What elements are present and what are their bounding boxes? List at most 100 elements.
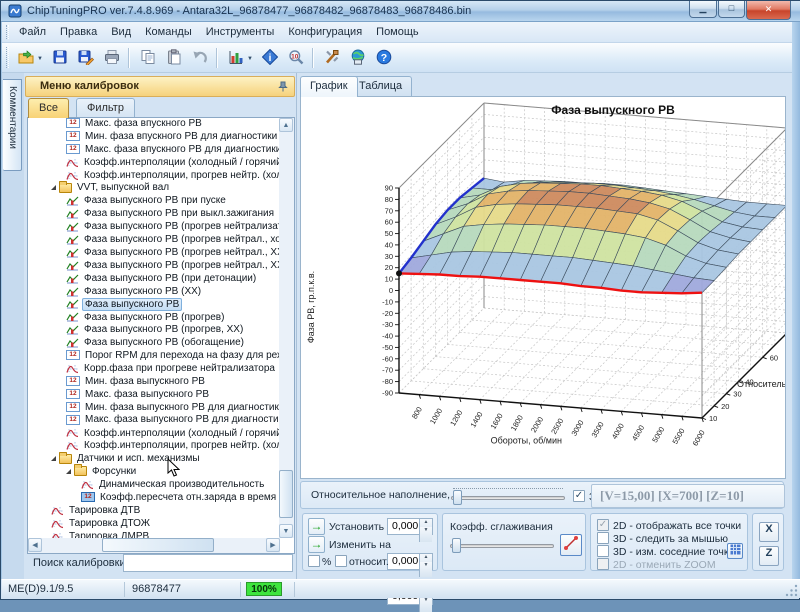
view-option-checkbox[interactable] <box>597 558 609 570</box>
toolbar-paste-button[interactable] <box>162 46 186 70</box>
paste-icon <box>166 49 182 65</box>
dropdown-arrow-icon[interactable]: ▼ <box>247 56 253 62</box>
table-icon: 12 <box>66 350 80 360</box>
toolbar-chart-button[interactable] <box>224 46 248 70</box>
calibration-panel-header[interactable]: Меню калибровок <box>25 76 295 97</box>
table-icon: 12 <box>66 402 80 412</box>
menu-5[interactable]: Конфигурация <box>281 23 369 38</box>
calibration-tree[interactable]: 12Макс. фаза впускного РВ12Мин. фаза впу… <box>27 117 295 554</box>
view-option-checkbox[interactable] <box>597 532 609 544</box>
edit-curve-button[interactable] <box>560 534 582 556</box>
search-input[interactable] <box>123 554 293 572</box>
toolbar-save-as-button[interactable] <box>74 46 98 70</box>
toolbar-print-button[interactable] <box>100 46 124 70</box>
menu-6[interactable]: Помощь <box>369 23 426 38</box>
x-axis-button[interactable]: X <box>759 522 779 542</box>
menu-4[interactable]: Инструменты <box>199 23 282 38</box>
svg-text:70: 70 <box>385 206 393 215</box>
toolbar-find-number-button[interactable]: 10 <box>284 46 308 70</box>
toolbar-open-folder-button[interactable] <box>14 46 38 70</box>
svg-text:Обороты, об/мин: Обороты, об/мин <box>491 436 562 446</box>
toolbar-help-button[interactable]: ? <box>372 46 396 70</box>
tree-hscrollbar[interactable]: ◀ ▶ <box>28 538 280 553</box>
tree-item-label: Фаза выпускного РВ (обогащение) <box>82 337 246 348</box>
hscroll-thumb[interactable] <box>102 538 214 552</box>
surface-plot-svg[interactable]: -90-80-70-60-50-40-30-20-100102030405060… <box>301 97 786 479</box>
tree-item-label: Корр.фаза при прогреве нейтрализатора <box>82 363 277 374</box>
toolbar-undo-button[interactable] <box>188 46 212 70</box>
svg-text:10: 10 <box>385 275 393 284</box>
apply-change-button[interactable]: → <box>308 536 325 553</box>
tree-item-label: Коэфф.пересчета отн.заряда в время впрыс… <box>98 492 295 503</box>
tab-graph[interactable]: График <box>300 76 358 97</box>
menu-2[interactable]: Вид <box>104 23 138 38</box>
menu-grip[interactable] <box>6 25 9 39</box>
vscroll-thumb[interactable] <box>279 470 293 518</box>
tree-item[interactable]: Тарировка ДТВ <box>28 506 278 519</box>
tree-item[interactable]: 12Коэфф.пересчета отн.заряда в время впр… <box>28 493 278 506</box>
percent-checkbox[interactable] <box>308 555 320 567</box>
dropdown-arrow-icon[interactable]: ▼ <box>37 56 43 62</box>
3d-checkbox[interactable]: ✓ <box>573 490 585 502</box>
close-button[interactable]: ✕ <box>746 1 791 20</box>
axis-buttons-group: X Z <box>752 513 784 571</box>
tree-item-label: Макс. фаза выпускного РВ для диагностики <box>83 414 291 425</box>
toolbar-globe-pc-button[interactable] <box>346 46 370 70</box>
view-option-checkbox[interactable] <box>597 545 609 557</box>
scroll-down-icon[interactable]: ▼ <box>279 524 293 538</box>
grid-select-button[interactable] <box>727 543 743 559</box>
scroll-right-icon[interactable]: ▶ <box>266 538 280 552</box>
expand-icon[interactable] <box>51 456 56 461</box>
spin-down-icon[interactable]: ▼ <box>419 562 432 577</box>
z-axis-button[interactable]: Z <box>759 546 779 566</box>
tree-item[interactable]: 12Макс. фаза выпускного РВ <box>28 390 278 403</box>
maximize-button[interactable]: □ <box>718 1 745 18</box>
toolbar-save-button[interactable] <box>48 46 72 70</box>
tree-item[interactable]: Форсунки <box>28 467 278 480</box>
smoothing-slider-thumb[interactable] <box>452 538 461 553</box>
scroll-up-icon[interactable]: ▲ <box>279 118 293 132</box>
tree-item[interactable]: 12Макс. фаза впускного РВ <box>28 119 278 132</box>
tab-all[interactable]: Все <box>28 98 69 118</box>
tree-item[interactable]: Корр.фаза при прогреве нейтрализатора <box>28 364 278 377</box>
tree-vscrollbar[interactable]: ▲ ▼ <box>279 118 294 538</box>
fill-slider[interactable] <box>451 496 565 500</box>
menu-0[interactable]: Файл <box>12 23 53 38</box>
menu-3[interactable]: Команды <box>138 23 199 38</box>
toolbar-tools-button[interactable] <box>320 46 344 70</box>
tree-item[interactable]: Датчики и исп. механизмы <box>28 454 278 467</box>
expand-icon[interactable] <box>66 469 71 474</box>
title-bar[interactable]: ChipTuningPRO ver.7.4.8.969 - Antara32L_… <box>1 1 800 22</box>
mouse-cursor <box>167 458 180 477</box>
scroll-left-icon[interactable]: ◀ <box>28 538 42 552</box>
spin-down-icon[interactable]: ▼ <box>419 527 432 542</box>
fill-slider-thumb[interactable] <box>453 490 462 505</box>
toolbar-grip[interactable] <box>6 47 9 67</box>
view-option-checkbox[interactable]: ✓ <box>597 519 609 531</box>
tree-item[interactable]: Тарировка ДТОЖ <box>28 519 278 532</box>
help-icon: ? <box>376 49 392 65</box>
svg-text:60: 60 <box>770 353 778 362</box>
apply-set-button[interactable]: → <box>308 518 325 535</box>
relative-checkbox[interactable] <box>335 555 347 567</box>
toolbar-info-diamond-button[interactable]: i <box>258 46 282 70</box>
minimize-button[interactable]: ▁ <box>689 1 717 18</box>
set-value-spinner[interactable]: 0,000▲▼ <box>387 518 433 535</box>
pin-icon[interactable] <box>278 81 288 95</box>
tree-item[interactable]: 12Мин. фаза выпускного РВ <box>28 377 278 390</box>
tab-filter[interactable]: Фильтр <box>76 98 135 118</box>
toolbar-copy-button[interactable] <box>136 46 160 70</box>
svg-text:Относительное н: Относительное н <box>737 379 786 389</box>
tree-item[interactable]: Динамическая производительность <box>28 480 278 493</box>
spin-down-icon[interactable]: ▼ <box>419 597 432 612</box>
tree-item[interactable]: 12Мин. фаза впускного РВ для диагностики <box>28 132 278 145</box>
tab-table[interactable]: Таблица <box>349 76 412 97</box>
menu-1[interactable]: Правка <box>53 23 104 38</box>
expand-icon[interactable] <box>51 185 56 190</box>
smoothing-slider[interactable] <box>450 544 554 548</box>
comments-side-tab[interactable]: Комментарии <box>3 79 22 171</box>
change-button-label: Изменить на <box>329 539 391 551</box>
surface-chart[interactable]: -90-80-70-60-50-40-30-20-100102030405060… <box>300 96 786 479</box>
change-value-spinner[interactable]: 0,000▲▼ <box>387 553 433 570</box>
resize-grip-icon[interactable] <box>785 584 798 597</box>
